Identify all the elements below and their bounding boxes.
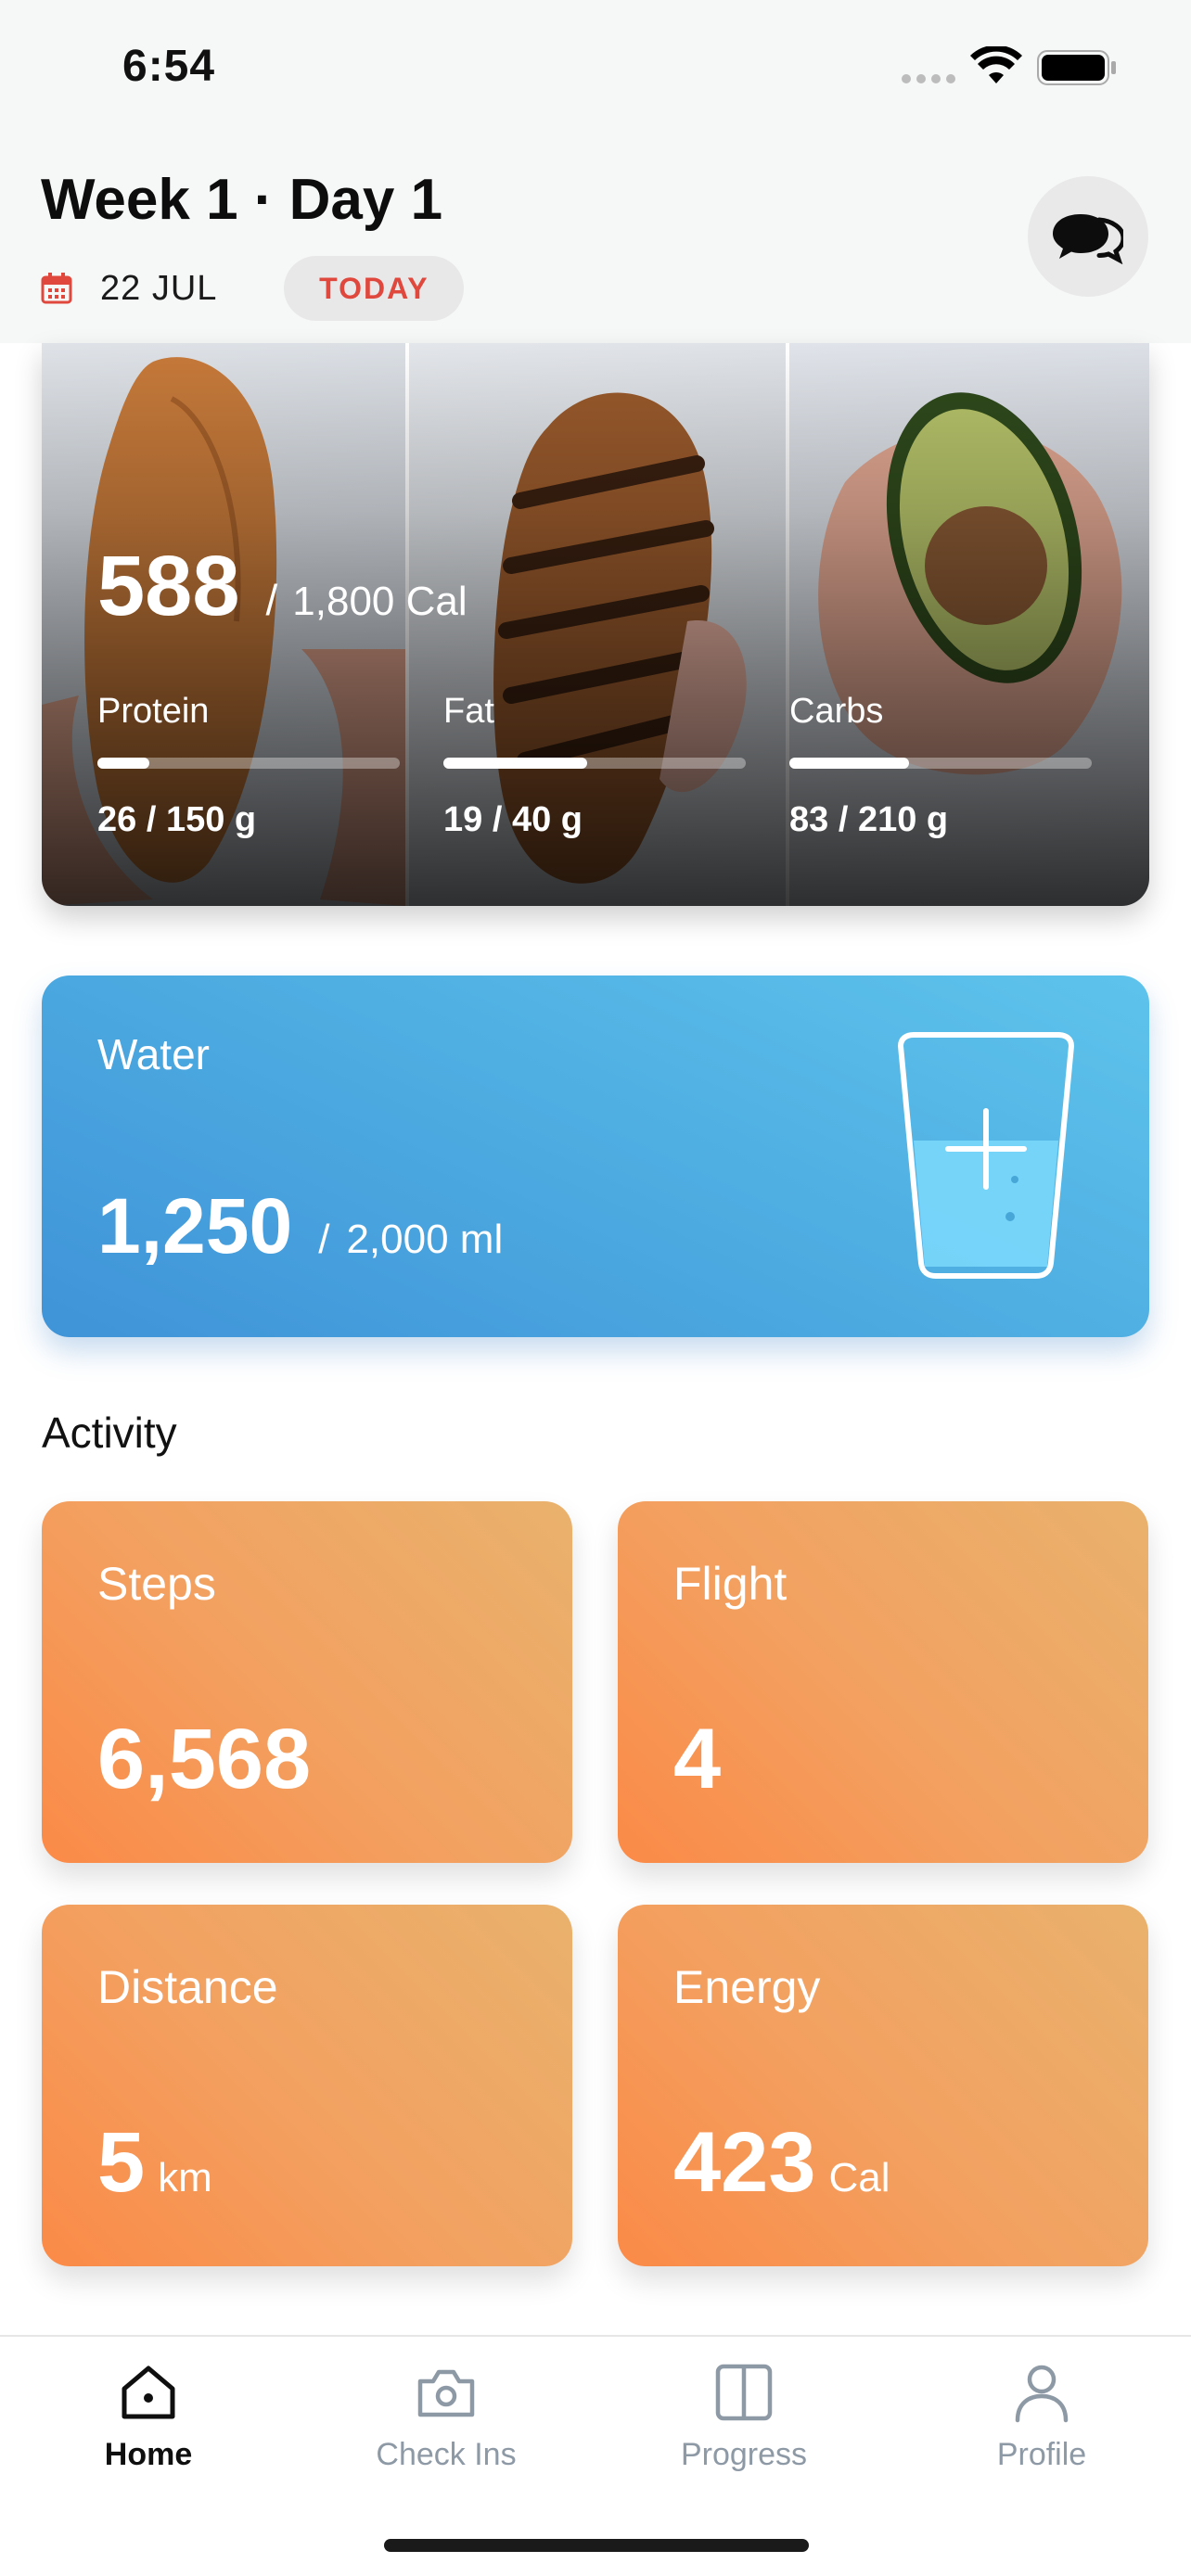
calorie-summary: 588 / 1,800 Cal bbox=[97, 538, 467, 635]
home-icon bbox=[122, 2366, 175, 2419]
macro-progress-track bbox=[97, 758, 400, 769]
chat-button[interactable] bbox=[1028, 176, 1148, 297]
tab-profile[interactable]: Profile bbox=[893, 2359, 1190, 2473]
water-target: 2,000 ml bbox=[346, 1217, 504, 1262]
tile-title: Flight bbox=[673, 1558, 788, 1610]
macro-progress-fill bbox=[443, 758, 587, 769]
tab-label: Progress bbox=[680, 2437, 808, 2472]
water-glass-add-icon[interactable] bbox=[893, 1029, 1079, 1280]
macro-progress-fill bbox=[789, 758, 909, 769]
tile-value: 4 bbox=[673, 1712, 722, 1806]
water-separator: / bbox=[318, 1217, 330, 1262]
calendar-icon bbox=[41, 273, 72, 304]
tile-value-row: 423 Cal bbox=[673, 2114, 890, 2212]
macro-value: 83 / 210 g bbox=[789, 800, 949, 839]
person-icon bbox=[1015, 2365, 1069, 2423]
battery-icon bbox=[1037, 50, 1116, 85]
activity-title: Activity bbox=[42, 1409, 177, 1457]
macro-progress-track bbox=[443, 758, 746, 769]
tile-value: 6,568 bbox=[97, 1712, 312, 1806]
tile-value: 423 bbox=[673, 2115, 816, 2210]
water-card[interactable]: Water 1,250 / 2,000 ml bbox=[42, 976, 1149, 1337]
tab-home[interactable]: Home bbox=[0, 2359, 297, 2473]
steps-tile[interactable]: Steps 6,568 bbox=[42, 1501, 572, 1863]
tile-title: Steps bbox=[97, 1558, 216, 1610]
page-title: Week 1 · Day 1 bbox=[41, 168, 443, 232]
home-indicator bbox=[384, 2539, 809, 2552]
date-row: 22 JUL TODAY bbox=[41, 256, 465, 321]
macro-progress-fill bbox=[97, 758, 150, 769]
nutrition-card[interactable]: 588 / 1,800 Cal Protein 26 / 150 g Fat 1… bbox=[42, 343, 1149, 906]
tile-unit: Cal bbox=[828, 2155, 890, 2200]
macro-label: Fat bbox=[443, 692, 494, 731]
calories-target: 1,800 Cal bbox=[292, 579, 467, 624]
tile-value-row: 6,568 bbox=[97, 1711, 324, 1808]
tab-label: Home bbox=[104, 2437, 193, 2472]
tile-title: Energy bbox=[673, 1961, 821, 2013]
wifi-icon bbox=[970, 46, 1022, 83]
tab-label: Check Ins bbox=[376, 2437, 517, 2472]
tile-unit: km bbox=[158, 2155, 212, 2200]
header: Week 1 · Day 1 22 JUL TODAY bbox=[0, 139, 1191, 343]
macro-protein: Protein 26 / 150 g bbox=[97, 692, 403, 840]
split-panel-icon bbox=[715, 2364, 773, 2421]
macro-label: Carbs bbox=[789, 692, 884, 731]
macro-label: Protein bbox=[97, 692, 210, 731]
cellular-signal-icon bbox=[902, 74, 955, 83]
today-button[interactable]: TODAY bbox=[284, 256, 465, 321]
water-title: Water bbox=[97, 1030, 210, 1078]
tab-check-ins[interactable]: Check Ins bbox=[298, 2359, 595, 2473]
date-label: 22 JUL bbox=[100, 268, 218, 308]
status-time: 6:54 bbox=[122, 42, 216, 91]
camera-icon bbox=[417, 2369, 475, 2417]
flight-tile[interactable]: Flight 4 bbox=[618, 1501, 1148, 1863]
tile-value: 5 bbox=[97, 2115, 146, 2210]
distance-tile[interactable]: Distance 5 km bbox=[42, 1905, 572, 2266]
macro-progress-track bbox=[789, 758, 1092, 769]
tile-title: Distance bbox=[97, 1961, 278, 2013]
tile-value-row: 5 km bbox=[97, 2114, 212, 2212]
macro-fat: Fat 19 / 40 g bbox=[443, 692, 749, 840]
tab-progress[interactable]: Progress bbox=[596, 2359, 892, 2473]
water-value: 1,250 bbox=[97, 1182, 293, 1269]
tile-value-row: 4 bbox=[673, 1711, 734, 1808]
status-bar: 6:54 bbox=[0, 0, 1191, 139]
energy-tile[interactable]: Energy 423 Cal bbox=[618, 1905, 1148, 2266]
macro-carbs: Carbs 83 / 210 g bbox=[789, 692, 1095, 840]
water-amount: 1,250 / 2,000 ml bbox=[97, 1181, 503, 1271]
chat-bubbles-icon bbox=[1053, 214, 1123, 264]
macro-value: 26 / 150 g bbox=[97, 800, 257, 839]
macro-value: 19 / 40 g bbox=[443, 800, 583, 839]
calories-separator: / bbox=[265, 576, 278, 624]
tab-label: Profile bbox=[996, 2437, 1087, 2472]
calories-value: 588 bbox=[97, 539, 240, 633]
